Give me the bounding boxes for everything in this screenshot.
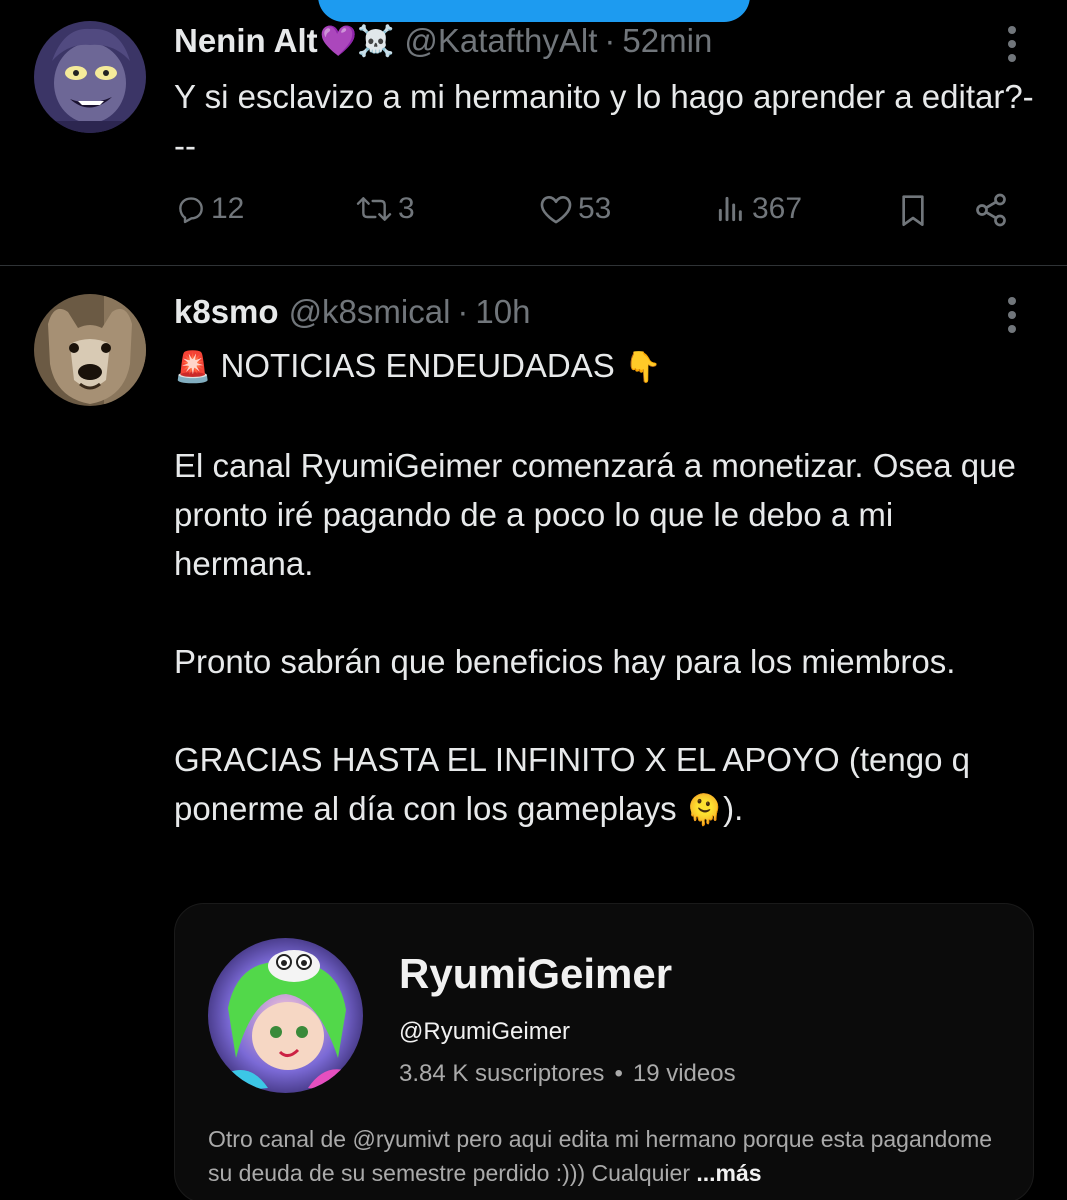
description-text: Otro canal de @ryumivt pero aqui edita m… (208, 1126, 993, 1186)
avatar[interactable] (34, 294, 146, 406)
paragraph: GRACIAS HASTA EL INFINITO X EL APOYO (te… (174, 735, 1034, 835)
reply-count: 12 (211, 192, 245, 225)
tweet-header: k8smo @k8smical · 10h (174, 293, 530, 331)
siren-icon: 🚨 (174, 351, 212, 384)
views-icon (718, 196, 742, 222)
reply-button[interactable]: 12 (175, 192, 244, 226)
display-name[interactable]: Nenin Alt (174, 22, 318, 60)
action-bar: 12 3 53 367 (0, 192, 1067, 240)
channel-handle: @RyumiGeimer (399, 1018, 571, 1045)
tweet[interactable]: k8smo @k8smical · 10h 🚨 NOTICIAS ENDEUDA… (0, 267, 1067, 1200)
channel-description: Otro canal de @ryumivt pero aqui edita m… (208, 1122, 998, 1190)
views-button[interactable]: 367 (714, 192, 802, 226)
pointing-down-icon: 👇 (623, 351, 662, 384)
reply-icon (179, 197, 203, 224)
stats-separator: • (614, 1060, 623, 1087)
tweet[interactable]: Nenin Alt 💜☠️ @KatafthyAlt · 52min Y si … (0, 0, 1067, 266)
channel-avatar (208, 938, 363, 1093)
more-vertical-icon[interactable] (997, 295, 1027, 335)
like-button[interactable]: 53 (538, 192, 611, 226)
display-name[interactable]: k8smo (174, 293, 279, 331)
retweet-count: 3 (398, 192, 415, 225)
more-vertical-icon[interactable] (997, 24, 1027, 64)
avatar[interactable] (34, 21, 146, 133)
tweet-header: Nenin Alt 💜☠️ @KatafthyAlt · 52min (174, 22, 712, 60)
timestamp[interactable]: 10h (475, 293, 530, 331)
headline: 🚨 NOTICIAS ENDEUDADAS 👇 (174, 341, 1034, 392)
separator-dot: · (457, 293, 469, 330)
channel-stats: 3.84 K suscriptores • 19 videos (399, 1060, 736, 1088)
media-image-card[interactable]: RyumiGeimer @RyumiGeimer 3.84 K suscript… (174, 903, 1034, 1200)
subscriber-count: 3.84 K suscriptores (399, 1060, 605, 1087)
paragraph-text: GRACIAS HASTA EL INFINITO X EL APOYO (te… (174, 741, 970, 827)
tweet-text: 🚨 NOTICIAS ENDEUDADAS 👇 El canal RyumiGe… (174, 341, 1034, 835)
share-icon (976, 193, 1006, 227)
more-link: ...más (696, 1160, 762, 1186)
retweet-icon (356, 197, 392, 221)
separator-dot: · (604, 22, 616, 59)
bookmark-button[interactable] (897, 192, 929, 228)
paragraph: El canal RyumiGeimer comenzará a monetiz… (174, 447, 1016, 582)
share-button[interactable] (973, 192, 1009, 228)
handle[interactable]: @k8smical (289, 293, 451, 331)
melting-face-icon: 🫠 (685, 794, 724, 827)
video-count: 19 videos (632, 1060, 736, 1087)
headline-text: NOTICIAS ENDEUDADAS (220, 347, 615, 384)
paragraph: Pronto sabrán que beneficios hay para lo… (174, 643, 956, 680)
retweet-button[interactable]: 3 (354, 192, 415, 226)
paragraph-end: ). (723, 790, 744, 827)
tweet-text: Y si esclavizo a mi hermanito y lo hago … (174, 78, 1034, 164)
handle[interactable]: @KatafthyAlt (404, 22, 597, 60)
views-count: 367 (752, 192, 803, 225)
timestamp[interactable]: 52min (622, 22, 712, 60)
name-emojis: 💜☠️ (319, 24, 395, 58)
bookmark-icon (902, 195, 924, 226)
like-count: 53 (578, 192, 612, 225)
heart-icon (540, 196, 572, 224)
channel-name: RyumiGeimer (399, 950, 673, 997)
